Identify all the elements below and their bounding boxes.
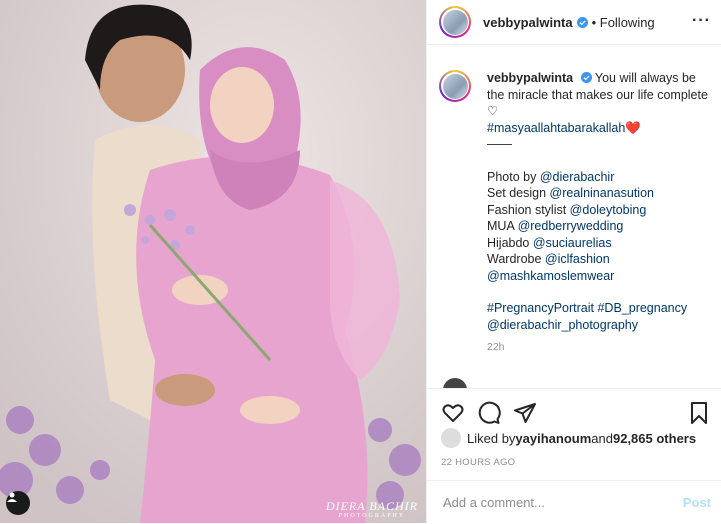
credit-link[interactable]: @doleytobing bbox=[570, 203, 647, 217]
hashtag-link[interactable]: #masyaallahtabarakallah bbox=[487, 121, 625, 135]
post-comment-button[interactable]: Post bbox=[683, 495, 711, 510]
credit-link[interactable]: @dierabachir bbox=[540, 170, 615, 184]
credit-line: Wardrobe @iclfashion bbox=[487, 252, 610, 266]
credit-line: MUA @redberrywedding bbox=[487, 219, 624, 233]
tagged-users-button[interactable] bbox=[6, 491, 30, 515]
likes-summary: Liked by yayihanoum and 92,865 others bbox=[441, 428, 696, 448]
following-status[interactable]: • Following bbox=[592, 15, 655, 30]
likes-count[interactable]: 92,865 others bbox=[613, 431, 696, 446]
heart-icon[interactable] bbox=[441, 401, 465, 425]
caption-time: 22h bbox=[487, 341, 505, 353]
author-avatar[interactable] bbox=[439, 6, 471, 38]
caption-username[interactable]: vebbypalwinta bbox=[487, 71, 573, 85]
verified-icon bbox=[576, 16, 588, 28]
credit-line: @mashkamoslemwear bbox=[487, 268, 713, 285]
verified-icon bbox=[580, 72, 592, 83]
comment-input[interactable] bbox=[441, 494, 665, 511]
credit-link[interactable]: @mashkamoslemwear bbox=[487, 269, 614, 283]
hashtags-link[interactable]: #PregnancyPortrait #DB_pregnancy bbox=[487, 300, 713, 317]
comment-icon[interactable] bbox=[477, 401, 501, 425]
credit-link[interactable]: @redberrywedding bbox=[518, 219, 624, 233]
credit-line: Fashion stylist @doleytobing bbox=[487, 202, 647, 217]
photo-watermark: DIERA BACHIR PHOTOGRAPHY bbox=[325, 499, 418, 519]
photographer-link[interactable]: @dierabachir_photography bbox=[487, 317, 713, 334]
post-photo[interactable]: DIERA BACHIR PHOTOGRAPHY bbox=[0, 0, 426, 523]
credit-line: Set design @realninanasution bbox=[487, 186, 654, 200]
post-timestamp[interactable]: 22 HOURS AGO bbox=[441, 457, 515, 468]
caption-text: vebbypalwinta You will always be the mir… bbox=[487, 70, 713, 333]
credit-line: Photo by @dierabachir bbox=[487, 169, 615, 184]
share-icon[interactable] bbox=[513, 401, 537, 425]
caption: vebbypalwinta You will always be the mir… bbox=[439, 70, 713, 353]
post-side-panel: vebbypalwinta • Following ··· vebbypalwi… bbox=[426, 0, 721, 523]
heart-emoji: ❤️ bbox=[625, 120, 641, 135]
credit-link[interactable]: @iclfashion bbox=[545, 252, 610, 266]
comment-bar: Post bbox=[427, 480, 721, 524]
more-icon[interactable]: ··· bbox=[692, 12, 711, 30]
likes-prefix: Liked by bbox=[467, 430, 516, 446]
user-icon bbox=[7, 492, 17, 502]
liker-username[interactable]: yayihanoum bbox=[515, 431, 591, 446]
liker-avatar[interactable] bbox=[441, 428, 461, 448]
credit-link[interactable]: @suciaurelias bbox=[533, 236, 612, 250]
credit-line: Hijabdo @suciaurelias bbox=[487, 235, 612, 250]
likes-and: and bbox=[591, 430, 613, 446]
photo-illustration bbox=[0, 0, 426, 523]
next-comment-clipped bbox=[439, 378, 719, 388]
post-header: vebbypalwinta • Following ··· bbox=[427, 0, 721, 45]
commenter-avatar[interactable] bbox=[443, 378, 467, 388]
caption-avatar[interactable] bbox=[439, 70, 471, 102]
author-username[interactable]: vebbypalwinta bbox=[483, 15, 573, 30]
save-icon[interactable] bbox=[687, 401, 711, 425]
credit-link[interactable]: @realninanasution bbox=[550, 186, 654, 200]
caption-separator: —— bbox=[487, 137, 512, 151]
